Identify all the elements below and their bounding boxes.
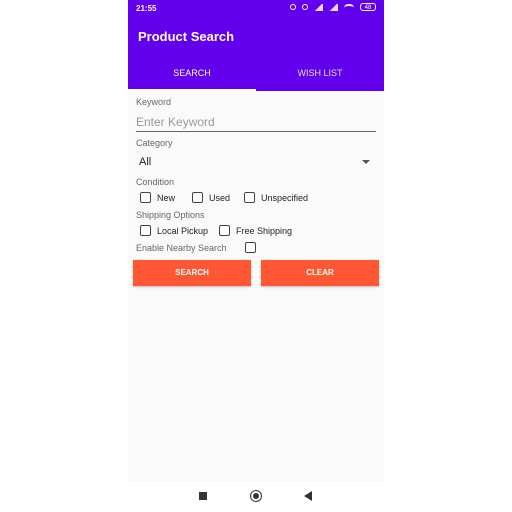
checkbox-label: Unspecified bbox=[261, 192, 309, 203]
category-label: Category bbox=[136, 138, 173, 148]
condition-used-checkbox[interactable]: Used bbox=[192, 192, 230, 203]
signal-icon bbox=[314, 3, 323, 11]
system-nav-bar bbox=[128, 482, 384, 512]
checkbox-label: New bbox=[157, 192, 176, 203]
checkbox-icon bbox=[192, 192, 203, 203]
home-circle-icon[interactable] bbox=[250, 490, 262, 502]
back-triangle-icon[interactable] bbox=[304, 491, 312, 501]
tab-wish-list[interactable]: WISH LIST bbox=[256, 56, 384, 91]
bluetooth-icon bbox=[290, 4, 296, 10]
signal-icon bbox=[329, 3, 338, 11]
nearby-search-label: Enable Nearby Search bbox=[136, 243, 227, 253]
page-title: Product Search bbox=[138, 29, 235, 44]
checkbox-label: Used bbox=[209, 192, 231, 203]
tab-search[interactable]: SEARCH bbox=[128, 56, 256, 91]
nearby-search-checkbox[interactable] bbox=[245, 242, 256, 253]
checkbox-icon bbox=[219, 225, 230, 236]
category-select[interactable]: All bbox=[136, 153, 372, 169]
checkbox-icon bbox=[245, 242, 256, 253]
checkbox-icon bbox=[244, 192, 255, 203]
recents-square-icon[interactable] bbox=[199, 492, 207, 500]
shipping-local-pickup-checkbox[interactable]: Local Pickup bbox=[140, 225, 208, 236]
dropdown-arrow-icon bbox=[362, 160, 370, 164]
checkbox-icon bbox=[140, 225, 151, 236]
status-bar: 21:55 48 bbox=[128, 0, 384, 18]
app-screen: 21:55 48 Product Search SEARCH WISH LIST… bbox=[128, 0, 384, 512]
keyword-label: Keyword bbox=[136, 97, 172, 107]
condition-new-checkbox[interactable]: New bbox=[140, 192, 175, 203]
checkbox-label: Local Pickup bbox=[157, 225, 209, 236]
keyword-input[interactable] bbox=[136, 113, 376, 132]
condition-label: Condition bbox=[136, 177, 175, 187]
clear-button[interactable]: CLEAR bbox=[261, 260, 379, 286]
shipping-free-shipping-checkbox[interactable]: Free Shipping bbox=[219, 225, 292, 236]
alarm-icon bbox=[302, 4, 308, 10]
category-selected-value: All bbox=[139, 156, 152, 168]
status-icons: 48 bbox=[290, 3, 376, 11]
tab-bar: SEARCH WISH LIST bbox=[128, 56, 384, 91]
search-button[interactable]: SEARCH bbox=[133, 260, 251, 286]
battery-icon: 48 bbox=[360, 3, 376, 11]
condition-unspecified-checkbox[interactable]: Unspecified bbox=[244, 192, 308, 203]
status-time: 21:55 bbox=[136, 4, 157, 13]
checkbox-label: Free Shipping bbox=[236, 225, 293, 236]
wifi-icon bbox=[344, 3, 354, 11]
shipping-options-label: Shipping Options bbox=[136, 210, 205, 220]
app-bar: 21:55 48 Product Search SEARCH WISH LIST bbox=[128, 0, 384, 91]
checkbox-icon bbox=[140, 192, 151, 203]
